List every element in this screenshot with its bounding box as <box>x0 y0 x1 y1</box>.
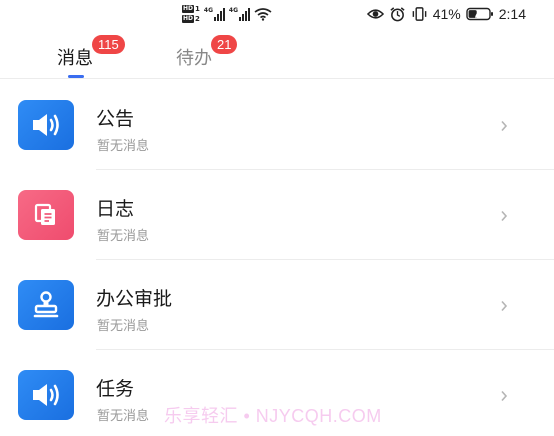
message-list: 公告 暂无消息 日志 暂无消息 办公审批 暂无消息 任务 暂无消息 <box>0 80 554 436</box>
sim1-number: 1 <box>195 5 200 13</box>
item-subtitle: 暂无消息 <box>97 409 150 424</box>
messages-count-badge: 115 <box>92 35 125 54</box>
stamp-icon <box>18 280 74 330</box>
document-copy-icon <box>18 190 74 240</box>
wifi-icon <box>254 8 272 21</box>
alarm-icon <box>390 7 405 22</box>
clock: 2:14 <box>498 6 526 22</box>
item-title: 公告 <box>96 108 135 130</box>
todo-count-badge: 21 <box>211 35 238 54</box>
tab-bar: 消息 115 待办 21 <box>0 32 554 78</box>
battery-percent: 41% <box>432 6 461 22</box>
tab-messages[interactable]: 消息 <box>57 44 93 70</box>
hd-voice-icon: HD <box>182 15 195 23</box>
vibrate-icon <box>412 7 427 21</box>
chevron-right-icon <box>501 390 508 402</box>
megaphone-icon <box>18 100 74 150</box>
tab-divider <box>0 78 554 79</box>
tab-todo[interactable]: 待办 <box>176 44 212 70</box>
item-subtitle: 暂无消息 <box>97 319 150 334</box>
watermark-text: 乐享轻汇 • NJYCQH.COM <box>164 406 382 426</box>
megaphone-icon <box>18 370 74 420</box>
status-bar-left: HD 1 HD 2 4G 4G <box>182 3 272 25</box>
status-bar-right: 41% 2:14 <box>366 3 526 25</box>
list-item-log[interactable]: 日志 暂无消息 <box>0 170 554 260</box>
signal-strength-icon: 4G <box>229 7 250 21</box>
chevron-right-icon <box>501 210 508 222</box>
list-item-announcement[interactable]: 公告 暂无消息 <box>0 80 554 170</box>
signal-strength-icon: 4G <box>204 7 225 21</box>
chevron-right-icon <box>501 120 508 132</box>
item-title: 任务 <box>96 378 135 400</box>
list-item-approval[interactable]: 办公审批 暂无消息 <box>0 260 554 350</box>
item-subtitle: 暂无消息 <box>97 139 150 154</box>
sim-indicators: HD 1 HD 2 <box>182 5 200 23</box>
sim1-indicator: HD 1 <box>182 5 200 13</box>
sim2-number: 2 <box>195 15 200 23</box>
item-title: 办公审批 <box>96 288 173 310</box>
item-title: 日志 <box>96 198 135 220</box>
item-subtitle: 暂无消息 <box>97 229 150 244</box>
network-type-label: 4G <box>228 7 238 14</box>
eye-comfort-icon <box>366 9 384 19</box>
chevron-right-icon <box>501 300 508 312</box>
status-bar: HD 1 HD 2 4G 4G 41% 2:14 <box>0 0 554 28</box>
sim2-indicator: HD 2 <box>182 15 200 23</box>
hd-voice-icon: HD <box>182 5 195 13</box>
network-type-label: 4G <box>203 7 213 14</box>
battery-icon <box>466 7 493 21</box>
